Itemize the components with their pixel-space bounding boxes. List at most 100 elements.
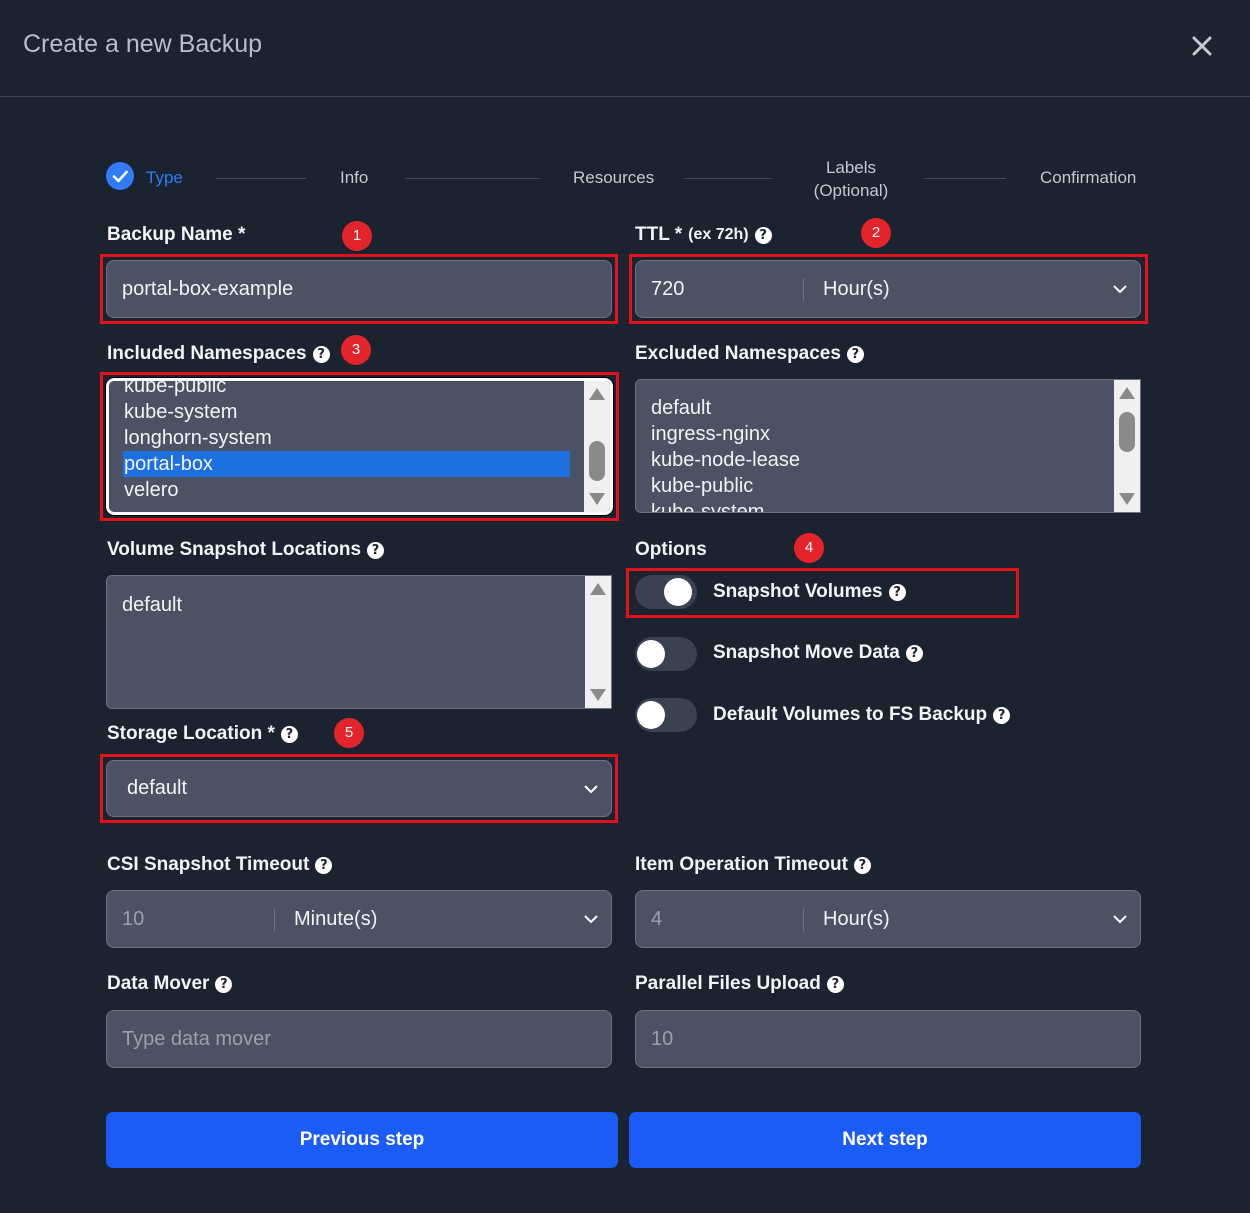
storage-location-label-text: Storage Location * (107, 723, 275, 744)
list-item-selected[interactable]: portal-box (123, 451, 570, 477)
help-icon[interactable]: ? (280, 725, 298, 743)
step-confirmation[interactable]: Confirmation (1040, 168, 1136, 188)
list-item[interactable]: default (650, 395, 1100, 421)
toggle-knob (637, 640, 665, 668)
previous-step-button[interactable]: Previous step (106, 1112, 618, 1168)
scrollbar-thumb[interactable] (1119, 412, 1135, 452)
backup-name-label: Backup Name * (107, 224, 245, 246)
parallel-files-upload-label-text: Parallel Files Upload (635, 973, 821, 994)
help-icon[interactable]: ? (846, 345, 864, 363)
volume-snapshot-locations-items: default (121, 592, 571, 618)
snapshot-move-data-toggle[interactable] (635, 637, 697, 671)
ttl-unit-select[interactable]: Hour(s) (804, 278, 1140, 301)
excluded-namespaces-label-text: Excluded Namespaces (635, 343, 841, 364)
chevron-down-icon (584, 915, 598, 924)
volume-snapshot-locations-label: Volume Snapshot Locations ? (107, 539, 385, 561)
data-mover-label-text: Data Mover (107, 973, 210, 994)
volume-snapshot-locations-list[interactable]: default (106, 575, 612, 709)
list-item[interactable]: velero (123, 477, 570, 503)
default-volumes-fs-backup-toggle[interactable] (635, 698, 697, 732)
list-item[interactable]: kube-system (123, 399, 570, 425)
storage-location-select[interactable]: default (106, 760, 612, 817)
default-volumes-fs-backup-label: Default Volumes to FS Backup ? (713, 704, 1011, 726)
excluded-namespaces-items: default ingress-nginx kube-node-lease ku… (650, 395, 1100, 512)
toggle-knob (637, 701, 665, 729)
list-item[interactable]: default (121, 592, 571, 618)
excluded-namespaces-label: Excluded Namespaces ? (635, 343, 864, 365)
csi-snapshot-timeout-unit-select[interactable]: Minute(s) (275, 908, 611, 931)
step-labels-title: Labels (825, 158, 877, 177)
list-item[interactable]: ingress-nginx (650, 421, 1100, 447)
header-divider (0, 96, 1250, 97)
csi-snapshot-timeout-input[interactable]: 10 (107, 907, 275, 931)
help-icon[interactable]: ? (993, 706, 1011, 724)
item-operation-timeout-unit-select[interactable]: Hour(s) (804, 908, 1140, 931)
scroll-up-icon[interactable] (589, 388, 605, 400)
scrollbar[interactable] (585, 576, 611, 708)
help-icon[interactable]: ? (315, 856, 333, 874)
scroll-up-icon[interactable] (1119, 387, 1135, 399)
scroll-down-icon[interactable] (589, 493, 605, 505)
help-icon[interactable]: ? (754, 226, 772, 244)
csi-snapshot-timeout-label-text: CSI Snapshot Timeout (107, 854, 310, 875)
snapshot-volumes-toggle[interactable] (635, 575, 697, 609)
step-connector (216, 178, 306, 179)
csi-snapshot-timeout-unit-value: Minute(s) (294, 907, 378, 930)
list-item[interactable]: kube-public (123, 381, 570, 399)
help-icon[interactable]: ? (888, 583, 906, 601)
item-operation-timeout-unit-value: Hour(s) (823, 907, 890, 930)
ttl-field: 720 Hour(s) (635, 260, 1141, 318)
step-connector (924, 178, 1006, 179)
ttl-label-text: TTL * (635, 224, 683, 245)
parallel-files-upload-input[interactable]: 10 (635, 1010, 1141, 1068)
snapshot-move-data-label-text: Snapshot Move Data (713, 642, 900, 663)
item-operation-timeout-input[interactable]: 4 (636, 907, 804, 931)
annotation-badge-1: 1 (342, 221, 372, 251)
scrollbar-thumb[interactable] (589, 441, 605, 481)
annotation-badge-5: 5 (334, 718, 364, 748)
included-namespaces-label: Included Namespaces ? (107, 343, 330, 365)
help-icon[interactable]: ? (367, 541, 385, 559)
storage-location-label: Storage Location * ? (107, 723, 298, 745)
volume-snapshot-locations-label-text: Volume Snapshot Locations (107, 539, 362, 560)
scrollbar[interactable] (1114, 380, 1140, 512)
annotation-badge-4: 4 (794, 533, 824, 563)
csi-snapshot-timeout-field: 10 Minute(s) (106, 890, 612, 948)
close-icon[interactable] (1186, 30, 1218, 62)
chevron-down-icon (1113, 285, 1127, 294)
dialog-title: Create a new Backup (23, 30, 263, 58)
scroll-down-icon[interactable] (1119, 493, 1135, 505)
excluded-namespaces-list[interactable]: default ingress-nginx kube-node-lease ku… (635, 379, 1141, 513)
ttl-value-input[interactable]: 720 (636, 277, 804, 301)
scroll-up-icon[interactable] (590, 583, 606, 595)
item-operation-timeout-label-text: Item Operation Timeout (635, 854, 848, 875)
backup-name-input[interactable]: portal-box-example (106, 260, 612, 318)
help-icon[interactable]: ? (853, 856, 871, 874)
step-connector (684, 178, 772, 179)
included-namespaces-label-text: Included Namespaces (107, 343, 307, 364)
data-mover-input[interactable]: Type data mover (106, 1010, 612, 1068)
list-item[interactable]: kube-system (650, 499, 1100, 512)
help-icon[interactable]: ? (312, 345, 330, 363)
step-labels[interactable]: Labels (Optional) (812, 156, 890, 202)
options-label: Options (635, 539, 707, 560)
annotation-badge-3: 3 (341, 335, 371, 365)
list-item[interactable]: kube-public (650, 473, 1100, 499)
list-item[interactable]: kube-node-lease (650, 447, 1100, 473)
included-namespaces-list[interactable]: kube-public kube-system longhorn-system … (105, 377, 614, 516)
chevron-down-icon (584, 784, 598, 793)
csi-snapshot-timeout-label: CSI Snapshot Timeout ? (107, 854, 333, 876)
scrollbar[interactable] (584, 381, 610, 512)
item-operation-timeout-label: Item Operation Timeout ? (635, 854, 871, 876)
help-icon[interactable]: ? (905, 644, 923, 662)
list-item[interactable]: longhorn-system (123, 425, 570, 451)
next-step-button[interactable]: Next step (629, 1112, 1141, 1168)
step-labels-subtitle: (Optional) (813, 181, 889, 200)
step-info[interactable]: Info (340, 168, 368, 188)
scroll-down-icon[interactable] (590, 689, 606, 701)
help-icon[interactable]: ? (826, 975, 844, 993)
help-icon[interactable]: ? (215, 975, 233, 993)
step-type[interactable]: Type (146, 168, 183, 188)
step-resources[interactable]: Resources (573, 168, 654, 188)
backup-name-label-text: Backup Name * (107, 224, 246, 245)
